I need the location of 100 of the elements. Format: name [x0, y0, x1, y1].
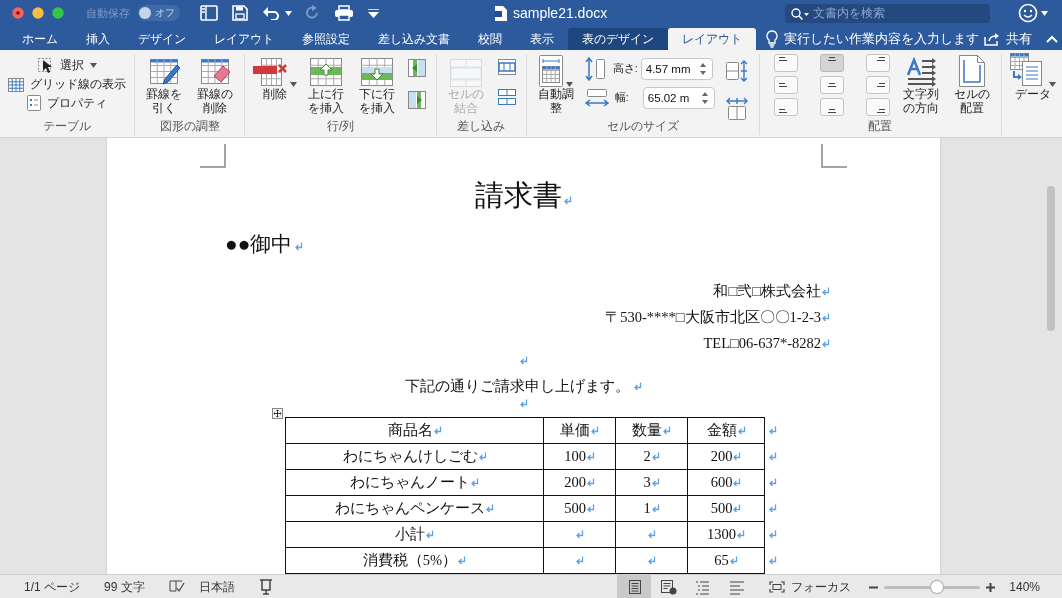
outline-view-icon: [693, 578, 711, 596]
insert-column-right-icon: [408, 91, 427, 109]
align-button[interactable]: [773, 98, 798, 116]
gridlines-button[interactable]: グリッド線の表示: [8, 77, 126, 92]
paragraph-mark-icon: [651, 478, 660, 487]
page-count: 1/1 ページ: [24, 578, 80, 596]
zoom-percent[interactable]: 140%: [1009, 575, 1040, 598]
align-lines-icon: [778, 109, 787, 113]
paragraph-mark-icon: [486, 504, 494, 513]
minimize-button-icon[interactable]: [32, 7, 44, 19]
width-field[interactable]: 65.02 m: [642, 87, 715, 109]
ribbon-tab[interactable]: デザイン: [124, 28, 200, 50]
properties-button[interactable]: プロパティ: [27, 95, 107, 111]
select-button[interactable]: 選択: [37, 56, 97, 74]
align-button[interactable]: [865, 76, 890, 94]
insert-row-above-icon: [310, 57, 343, 87]
ribbon-tab[interactable]: 挿入: [72, 28, 124, 50]
paragraph-mark-icon: [647, 530, 656, 539]
paragraph-mark-icon: [651, 504, 660, 513]
redo-icon: [306, 5, 320, 21]
undo-icon[interactable]: [262, 6, 280, 20]
cell-margins-button[interactable]: セルの配置: [950, 54, 993, 116]
macro-recorder-icon[interactable]: [258, 579, 273, 595]
paragraph-mark-icon: [564, 196, 572, 205]
caret-icon: [565, 82, 573, 87]
column-width-icon: [584, 88, 609, 108]
distribute-columns-icon: [724, 97, 749, 121]
data-button[interactable]: データ: [1009, 54, 1056, 102]
share-button[interactable]: 共有: [984, 28, 1032, 50]
word-count: 99 文字: [104, 578, 145, 596]
zoom-in-icon[interactable]: [986, 582, 996, 592]
delete-row-icon: [253, 57, 288, 87]
paragraph-mark-icon: [471, 478, 479, 487]
ribbon-tab[interactable]: 表示: [516, 28, 568, 50]
paragraph-mark-icon: [426, 530, 434, 539]
paragraph-mark-icon: [822, 313, 830, 322]
customize-toolbar-icon[interactable]: [368, 8, 379, 18]
search-field[interactable]: 文書内を検索: [785, 3, 990, 23]
ribbon-tab[interactable]: ホーム: [8, 28, 72, 50]
paragraph-mark-icon: [769, 556, 777, 565]
share-icon: [984, 32, 1000, 46]
save-icon[interactable]: [232, 5, 248, 21]
paragraph-mark-icon: [737, 530, 745, 539]
ribbon-tab[interactable]: 表のデザイン: [568, 28, 668, 50]
paragraph-mark-icon: [586, 452, 595, 461]
split-cells-icon: [497, 59, 516, 75]
align-button[interactable]: [865, 54, 890, 72]
caret-icon: [285, 10, 292, 16]
document-icon: [495, 5, 507, 21]
autosave-toggle[interactable]: オフ: [138, 5, 180, 21]
spinner-icon[interactable]: [700, 90, 709, 106]
ribbon-tab[interactable]: 参照設定: [288, 28, 364, 50]
paragraph-mark-icon: [458, 556, 467, 565]
insert-above-button[interactable]: 上に行を挿入: [305, 54, 348, 116]
paragraph-mark-icon: [575, 556, 584, 565]
web-layout-icon: [659, 578, 677, 596]
close-button-icon[interactable]: [12, 7, 24, 19]
autofit-button[interactable]: 自動調整: [534, 54, 577, 116]
align-lines-icon: [827, 109, 836, 113]
ribbon-tab[interactable]: レイアウト: [668, 28, 756, 50]
select-cursor-icon: [37, 56, 54, 74]
text-direction-button[interactable]: 文字列の方向: [899, 54, 943, 116]
zoom-button-icon[interactable]: [52, 7, 64, 19]
align-button[interactable]: [819, 54, 844, 72]
zoom-slider-thumb[interactable]: [931, 580, 944, 593]
table-cell: 1: [643, 500, 651, 517]
draw-table-button[interactable]: 罫線を引く: [143, 54, 186, 116]
view-button[interactable]: [617, 575, 652, 598]
table-cell: 600: [710, 474, 733, 491]
height-field[interactable]: 4.57 mm: [640, 58, 713, 80]
align-button[interactable]: [773, 54, 798, 72]
sender-line: 〒530-****□大阪市北区〇〇1-2-3: [605, 308, 821, 327]
focus-button[interactable]: フォーカス: [769, 575, 852, 598]
sidebar-icon[interactable]: [200, 5, 218, 21]
ribbon-tab[interactable]: 差し込み文書: [364, 28, 464, 50]
insert-below-button[interactable]: 下に行を挿入: [355, 54, 399, 116]
align-button[interactable]: [819, 76, 844, 94]
focus-frame-icon: [769, 581, 786, 593]
caret-icon: [1048, 82, 1056, 87]
delete-button[interactable]: 削除: [253, 54, 298, 102]
autosave-label: 自動保存: [86, 5, 130, 21]
ribbon-tab[interactable]: レイアウト: [200, 28, 288, 50]
align-lines-icon: [876, 57, 885, 61]
spinner-icon[interactable]: [698, 61, 707, 77]
align-button[interactable]: [865, 98, 890, 116]
proofing-book-icon[interactable]: [168, 580, 185, 594]
table-cell: 200: [710, 448, 733, 465]
table-move-handle-icon[interactable]: [272, 408, 283, 419]
tell-me-field[interactable]: 実行したい作業内容を入力します: [784, 32, 984, 46]
smiley-icon[interactable]: [1018, 3, 1038, 23]
scrollbar-thumb[interactable]: [1047, 186, 1055, 331]
eraser-button[interactable]: 罫線の削除: [193, 54, 237, 116]
draft-view-icon: [727, 578, 745, 596]
ribbon-tab[interactable]: 校閲: [464, 28, 516, 50]
table-cell: 100: [564, 448, 586, 465]
collapse-ribbon-icon[interactable]: [1046, 35, 1058, 43]
align-button[interactable]: [773, 76, 798, 94]
language-label[interactable]: 日本語: [198, 575, 235, 598]
printer-icon[interactable]: [334, 5, 354, 21]
align-button[interactable]: [819, 98, 844, 116]
